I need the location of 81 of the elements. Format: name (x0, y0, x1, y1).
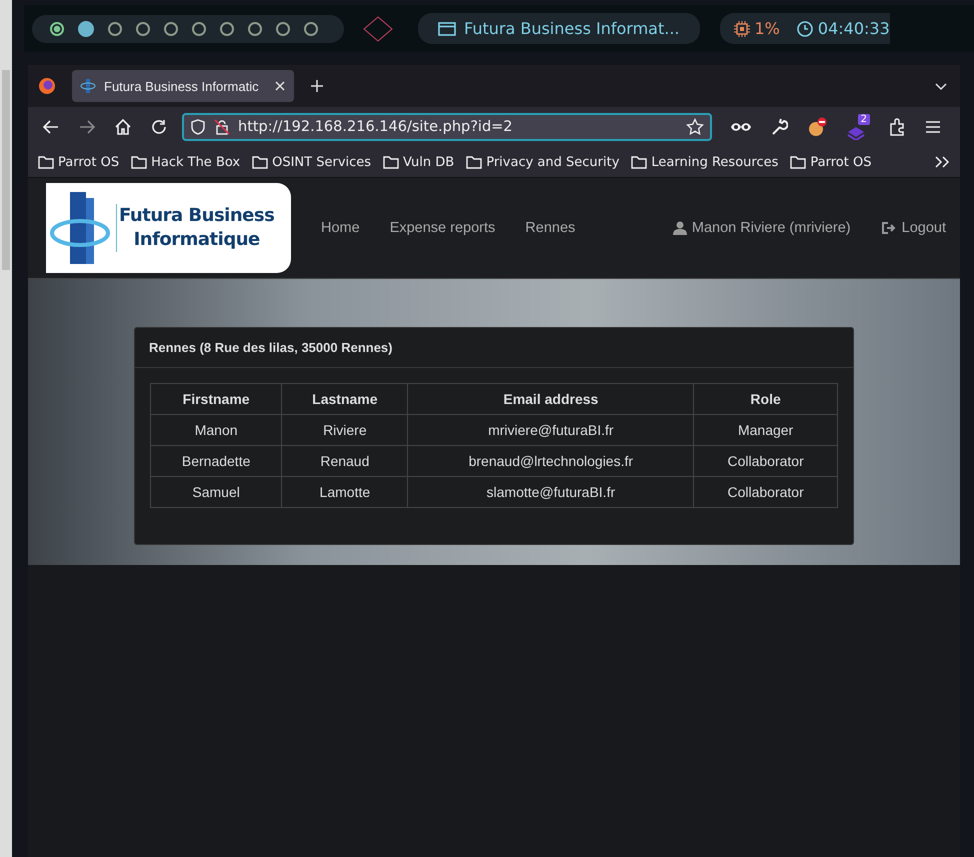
home-icon[interactable] (114, 118, 132, 136)
address-bar[interactable]: http://192.168.216.146/site.php?id=2 (182, 113, 712, 141)
user-icon (672, 221, 687, 235)
workspace-dot[interactable] (276, 22, 290, 36)
folder-icon (790, 155, 806, 169)
close-icon[interactable] (274, 80, 286, 92)
bookmark-folder[interactable]: Hack The Box (131, 154, 240, 170)
browser-tab[interactable]: Futura Business Informatic (72, 70, 294, 102)
column-header: Firstname (150, 384, 282, 414)
window-icon (438, 22, 456, 36)
table-cell: Samuel (150, 476, 282, 508)
table-cell: Bernadette (150, 446, 282, 476)
folder-icon (131, 155, 148, 169)
layers-icon (846, 124, 866, 140)
workspace-dot[interactable] (220, 22, 234, 36)
extension-badge: 2 (858, 114, 870, 125)
bookmark-folder[interactable]: Privacy and Security (466, 154, 620, 170)
bookmark-folder[interactable]: Vuln DB (383, 154, 454, 170)
tower-icon (80, 78, 96, 94)
wrench-icon[interactable] (770, 118, 788, 136)
bookmark-folder[interactable]: Parrot OS (38, 154, 120, 170)
column-header: Role (694, 384, 838, 414)
folder-icon (631, 155, 648, 169)
nav-link[interactable]: Expense reports (390, 220, 496, 236)
folder-icon (383, 155, 400, 169)
new-tab-icon[interactable] (310, 79, 324, 93)
folder-icon (466, 155, 482, 169)
table-cell: Manager (694, 414, 838, 446)
extension-icon[interactable] (806, 117, 828, 137)
nav-link[interactable]: Rennes (525, 220, 576, 236)
logo-text: Futura Business (119, 204, 274, 228)
reload-icon[interactable] (150, 118, 168, 136)
workspace-dot[interactable] (78, 20, 94, 36)
menu-icon[interactable] (924, 118, 942, 136)
workspace-dot[interactable] (192, 22, 206, 36)
clock-icon (796, 20, 813, 36)
star-icon[interactable] (686, 118, 704, 136)
logo-text: Informatique (134, 228, 260, 252)
url-text: http://192.168.216.146/site.php?id=2 (238, 119, 514, 135)
table-cell: slamotte@futuraBI.fr (408, 476, 694, 508)
extension-button[interactable]: 2 (846, 114, 870, 140)
table-cell: Lamotte (282, 476, 408, 508)
table-cell: Collaborator (694, 446, 838, 476)
shield-icon (190, 119, 206, 135)
column-header: Email address (408, 384, 694, 414)
table-cell: Manon (150, 414, 282, 446)
forward-arrow-icon[interactable] (78, 118, 96, 136)
workspace-dot[interactable] (136, 22, 150, 36)
table-cell: brenaud@lrtechnologies.fr (408, 446, 694, 476)
folder-icon (38, 155, 54, 169)
panel-title: Rennes (8 Rue des lilas, 35000 Rennes) (135, 328, 853, 368)
back-arrow-icon[interactable] (42, 118, 60, 136)
active-window-button[interactable]: Futura Business Informat... (418, 13, 700, 44)
insecure-lock-icon (214, 119, 230, 135)
bookmark-folder[interactable]: Learning Resources (631, 154, 778, 170)
clock-time: 04:40:33 (818, 19, 890, 38)
company-logo[interactable]: Futura Business Informatique (46, 183, 291, 273)
workspace-dot[interactable] (108, 22, 122, 36)
browser-logo-icon[interactable] (38, 77, 56, 95)
workspace-dot[interactable] (164, 22, 178, 36)
table-cell: Renaud (282, 446, 408, 476)
logout-icon (880, 221, 897, 235)
table-cell: Riviere (282, 414, 408, 446)
nav-link[interactable]: Home (321, 220, 360, 236)
workspace-dot[interactable] (50, 22, 64, 36)
scrollbar-thumb[interactable] (2, 70, 10, 270)
chevron-right-icon[interactable] (934, 155, 950, 169)
table-cell: mriviere@futuraBI.fr (408, 414, 694, 446)
cpu-icon (734, 20, 750, 36)
cpu-usage: 1% (754, 19, 780, 38)
bookmark-folder[interactable]: OSINT Services (252, 154, 372, 170)
user-link[interactable]: Manon Riviere (mriviere) (672, 220, 851, 236)
logout-link[interactable]: Logout (880, 220, 946, 236)
tab-title: Futura Business Informatic (104, 78, 260, 94)
puzzle-piece-icon[interactable] (888, 118, 906, 136)
bookmark-folder[interactable]: Parrot OS (790, 154, 872, 170)
workspace-dot[interactable] (248, 22, 262, 36)
table-cell: Collaborator (694, 476, 838, 508)
workspace-dot[interactable] (304, 22, 318, 36)
column-header: Lastname (282, 384, 408, 414)
folder-icon (252, 155, 268, 169)
